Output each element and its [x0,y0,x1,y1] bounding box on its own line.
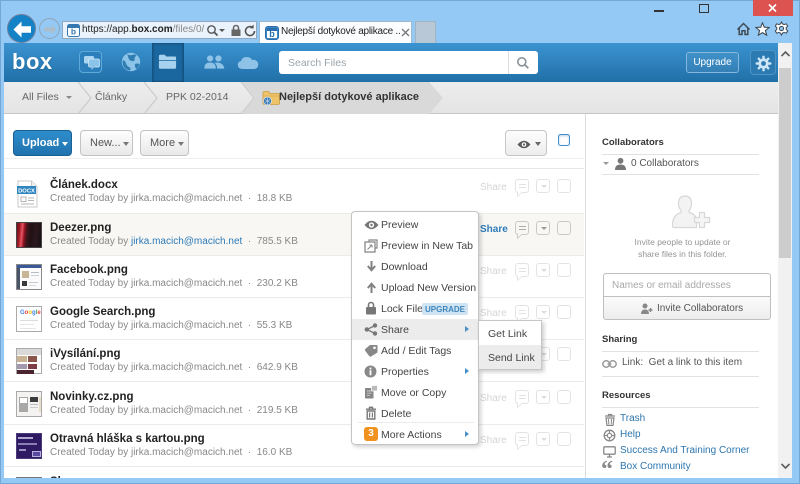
svg-text:DOCX: DOCX [18,188,35,194]
svg-text:b: b [71,27,76,37]
svg-text:b: b [269,29,275,39]
